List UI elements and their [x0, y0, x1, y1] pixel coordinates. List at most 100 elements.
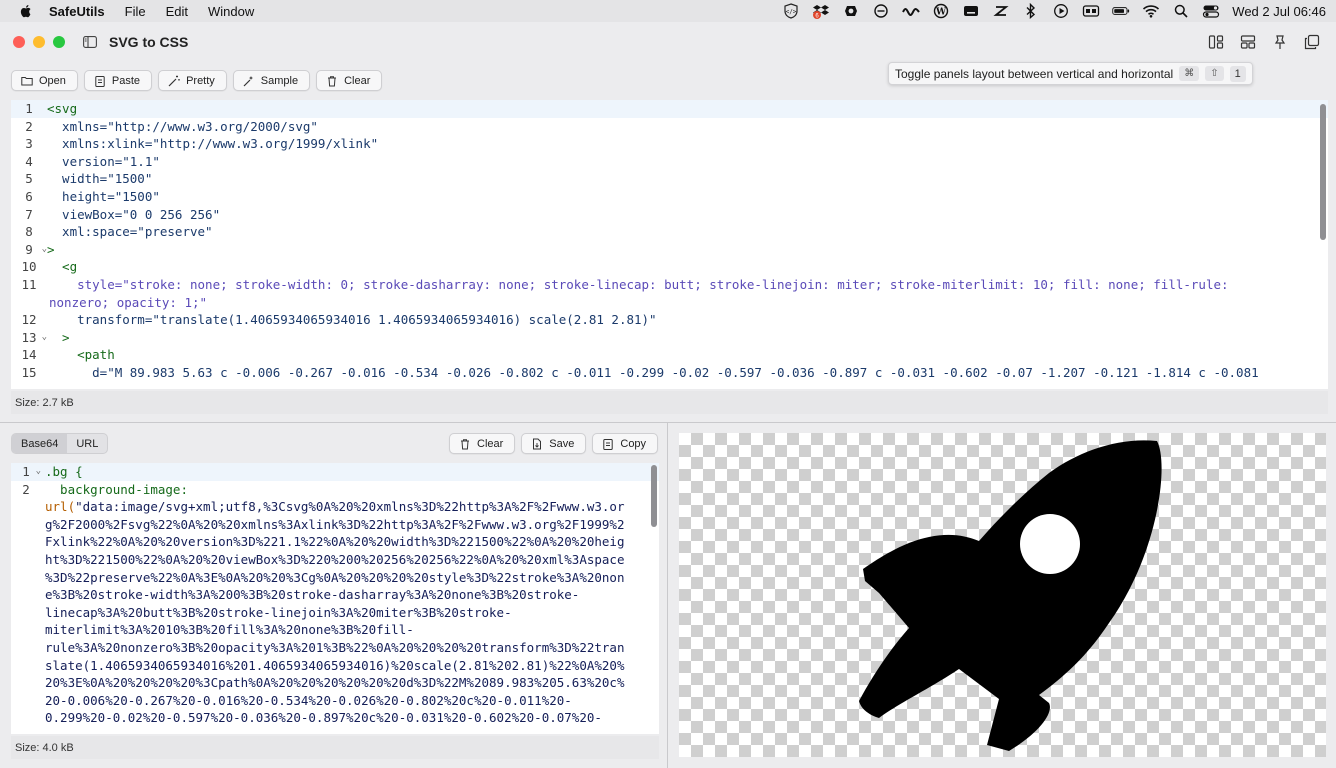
svg-text:W: W: [935, 8, 947, 18]
output-scrollbar[interactable]: [651, 465, 657, 527]
dropbox-icon[interactable]: 6: [812, 3, 830, 19]
fold-chevron-icon[interactable]: ⌄: [36, 463, 41, 481]
copy-label: Copy: [620, 437, 647, 450]
circle-minus-icon[interactable]: [872, 3, 890, 19]
wave-icon[interactable]: [902, 3, 921, 19]
code-line: 9 ⌄ >: [25, 241, 55, 259]
code-line: 11 style="stroke: none; stroke-width: 0;…: [21, 276, 1229, 292]
trash-icon: [328, 75, 337, 86]
window-controls: [13, 36, 65, 48]
keyboard-icon[interactable]: [962, 3, 980, 19]
code-line: 2 background-image:: [22, 481, 188, 497]
output-toolbar: Clear Save Copy: [449, 433, 659, 454]
input-toolbar: Open Paste Pretty Sample Clear: [11, 70, 383, 91]
minimize-window-button[interactable]: [33, 36, 45, 48]
encoding-segmented-control: Base64 URL: [11, 433, 109, 454]
save-button[interactable]: Save: [521, 433, 587, 454]
apple-logo-icon[interactable]: [18, 3, 34, 19]
menu-bar: SafeUtils File Edit Window </> 6 W Wed 2…: [0, 0, 1336, 22]
menu-edit[interactable]: Edit: [166, 4, 188, 19]
clear-output-label: Clear: [477, 437, 504, 450]
input-scrollbar[interactable]: [1320, 104, 1326, 240]
pretty-button[interactable]: Pretty: [158, 70, 227, 91]
pin-icon[interactable]: [1272, 34, 1288, 50]
sample-button[interactable]: Sample: [232, 70, 311, 91]
sync-icon[interactable]: [842, 3, 860, 19]
code-shield-icon[interactable]: </>: [782, 3, 800, 19]
horizontal-divider[interactable]: [0, 422, 1336, 423]
battery-icon[interactable]: [1112, 3, 1130, 19]
pretty-label: Pretty: [186, 74, 215, 87]
svg-preview: [679, 433, 1326, 757]
paste-label: Paste: [111, 74, 141, 87]
code-line: 3 xmlns:xlink="http://www.w3.org/1999/xl…: [25, 136, 379, 152]
svg-input-editor[interactable]: 1 <svg 2 xmlns="http://www.w3.org/2000/sv…: [11, 100, 1328, 389]
wand-sparkle-icon: [243, 75, 253, 86]
vertical-divider[interactable]: [667, 423, 668, 768]
stack-icon[interactable]: [992, 3, 1010, 19]
svg-text:</>: </>: [786, 9, 797, 16]
magic-wand-icon: [168, 75, 180, 86]
close-window-button[interactable]: [13, 36, 25, 48]
code-line: 12 transform="translate(1.40659340659340…: [21, 312, 657, 328]
code-line: 15 d="M 89.983 5.63 c -0.006 -0.267 -0.0…: [21, 364, 1259, 380]
copy-icon: [603, 438, 614, 450]
input-size-label: Size: 2.7 kB: [11, 391, 1328, 414]
tab-url[interactable]: URL: [67, 434, 107, 453]
menu-clock[interactable]: Wed 2 Jul 06:46: [1232, 4, 1326, 19]
status-area: </> 6 W Wed 2 Jul 06:46: [770, 0, 1326, 22]
open-button[interactable]: Open: [11, 70, 78, 91]
code-line: 1 <svg: [11, 100, 1328, 118]
code-line: 6 height="1500": [25, 188, 160, 204]
menu-file[interactable]: File: [125, 4, 146, 19]
clear-input-button[interactable]: Clear: [316, 70, 383, 91]
code-line: 10 <g: [21, 259, 78, 275]
code-line: 7 viewBox="0 0 256 256": [25, 206, 221, 222]
clipboard-icon: [95, 75, 105, 87]
layout-tooltip: Toggle panels layout between vertical an…: [888, 62, 1253, 85]
control-center-icon[interactable]: [1202, 3, 1220, 19]
title-bar: SVG to CSS: [0, 22, 1336, 62]
sample-label: Sample: [260, 74, 299, 87]
play-circle-icon[interactable]: [1052, 3, 1070, 19]
paste-button[interactable]: Paste: [83, 70, 153, 91]
code-line-wrap: nonzero; opacity: 1;": [49, 294, 208, 310]
folder-icon: [21, 76, 33, 85]
css-output-editor[interactable]: 1 ⌄ .bg { 2 background-image: url("data:im…: [11, 463, 659, 734]
code-line: 8 xml:space="preserve": [25, 224, 213, 240]
code-line: 14 <path: [21, 347, 115, 363]
code-line: 5 width="1500": [25, 171, 153, 187]
app-window: SVG to CSS Open Paste Pretty Sample Clea…: [0, 22, 1336, 768]
layout-vertical-icon[interactable]: [1208, 34, 1224, 50]
display-icon[interactable]: [1082, 3, 1100, 19]
tab-base64[interactable]: Base64: [12, 434, 68, 453]
title-tools: [1208, 34, 1320, 50]
menu-window[interactable]: Window: [208, 4, 254, 19]
output-size-label: Size: 4.0 kB: [11, 736, 659, 759]
document-icon: [533, 438, 542, 449]
wifi-icon[interactable]: [1142, 3, 1160, 19]
search-icon[interactable]: [1172, 3, 1190, 19]
code-line: 13 ⌄ >: [21, 329, 70, 347]
fold-chevron-icon[interactable]: ⌄: [42, 241, 47, 259]
tooltip-key-1: 1: [1229, 65, 1246, 82]
sidebar-toggle-icon[interactable]: [83, 36, 97, 48]
fold-chevron-icon[interactable]: ⌄: [42, 329, 47, 347]
bluetooth-icon[interactable]: [1022, 3, 1040, 19]
app-menu[interactable]: SafeUtils: [49, 4, 105, 19]
wordpress-icon[interactable]: W: [932, 3, 950, 19]
copy-button[interactable]: Copy: [592, 433, 659, 454]
save-label: Save: [549, 437, 575, 450]
trash-icon: [461, 438, 469, 449]
clear-output-button[interactable]: Clear: [449, 433, 516, 454]
url-value: url("data:image/svg+xml;utf8,%3Csvg%0A%2…: [45, 499, 625, 726]
code-line: 1 ⌄ .bg {: [11, 463, 659, 481]
layout-horizontal-icon[interactable]: [1240, 34, 1256, 50]
tooltip-key-cmd: ⌘: [1179, 66, 1200, 81]
zoom-window-button[interactable]: [53, 36, 65, 48]
open-label: Open: [39, 74, 66, 87]
tooltip-text: Toggle panels layout between vertical an…: [895, 66, 1174, 81]
new-window-icon[interactable]: [1304, 34, 1320, 50]
clear-label: Clear: [344, 74, 371, 87]
window-title: SVG to CSS: [109, 34, 189, 50]
